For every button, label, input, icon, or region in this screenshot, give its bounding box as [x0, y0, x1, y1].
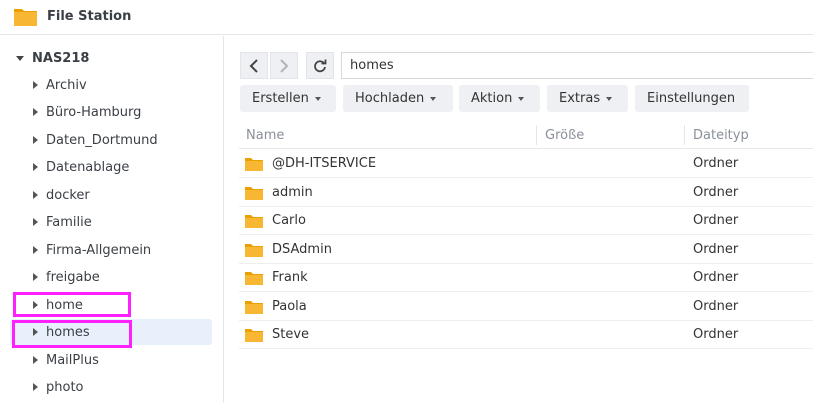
sidebar-item-mailplus[interactable]: MailPlus [10, 347, 212, 373]
table-row[interactable]: Steve Ordner [239, 320, 813, 349]
sidebar-item-label: Archiv [46, 77, 87, 93]
folder-icon [245, 187, 263, 200]
sidebar-item-label: MailPlus [46, 352, 99, 368]
action-button-label: Aktion [471, 91, 513, 106]
table-row[interactable]: admin Ordner [239, 178, 813, 207]
sidebar-item-daten-dortmund[interactable]: Daten_Dortmund [10, 127, 212, 153]
sidebar-item-label: freigabe [46, 269, 100, 285]
sidebar-item-buero-hamburg[interactable]: Büro-Hamburg [10, 99, 212, 125]
column-separator[interactable] [536, 125, 537, 145]
chevron-down-icon [606, 96, 613, 101]
sidebar-item-firma-allgemein[interactable]: Firma-Allgemein [10, 237, 212, 263]
file-name: Carlo [272, 213, 306, 228]
main-panel: homes Erstellen Hochladen Aktion Extras … [225, 36, 813, 403]
sidebar-item-label: photo [46, 379, 84, 395]
table-row[interactable]: Frank Ordner [239, 263, 813, 292]
folder-icon [14, 9, 37, 26]
tree-root-label: NAS218 [32, 50, 90, 66]
file-name: Steve [272, 327, 310, 342]
column-header-type[interactable]: Dateityp [693, 128, 749, 143]
extras-button[interactable]: Extras [547, 85, 628, 112]
file-name: DSAdmin [272, 242, 332, 257]
table-header: Name Größe Dateityp [239, 122, 813, 149]
file-type: Ordner [693, 270, 739, 285]
column-header-name[interactable]: Name [246, 128, 284, 143]
folder-icon [245, 244, 263, 257]
sidebar-item-homes[interactable]: homes [10, 319, 212, 345]
sidebar-item-label: Firma-Allgemein [46, 242, 152, 258]
title-bar: File Station [0, 0, 813, 35]
sidebar-item-docker[interactable]: docker [10, 182, 212, 208]
sidebar-item-freigabe[interactable]: freigabe [10, 264, 212, 290]
chevron-down-icon [314, 96, 321, 101]
chevron-down-icon [430, 96, 437, 101]
action-button[interactable]: Aktion [459, 85, 540, 112]
app-title: File Station [47, 9, 132, 24]
file-type: Ordner [693, 299, 739, 314]
file-type: Ordner [693, 156, 739, 171]
caret-right-icon[interactable] [33, 328, 38, 336]
folder-icon [245, 272, 263, 285]
caret-right-icon[interactable] [33, 246, 38, 254]
chevron-down-icon [518, 96, 525, 101]
path-input[interactable]: homes [341, 52, 813, 79]
file-type: Ordner [693, 185, 739, 200]
refresh-button[interactable] [306, 52, 334, 79]
sidebar-item-label: homes [46, 324, 90, 340]
table-row[interactable]: @DH-ITSERVICE Ordner [239, 149, 813, 178]
file-name: admin [272, 185, 313, 200]
caret-right-icon[interactable] [33, 218, 38, 226]
table-row[interactable]: DSAdmin Ordner [239, 235, 813, 264]
sidebar-item-familie[interactable]: Familie [10, 209, 212, 235]
create-button-label: Erstellen [252, 91, 309, 106]
settings-button-label: Einstellungen [647, 91, 736, 106]
sidebar-item-label: Daten_Dortmund [46, 132, 158, 148]
chevron-right-icon [280, 58, 289, 73]
file-type: Ordner [693, 213, 739, 228]
file-name: @DH-ITSERVICE [272, 156, 377, 171]
column-separator[interactable] [684, 125, 685, 145]
folder-icon [245, 301, 263, 314]
refresh-icon [314, 59, 327, 72]
caret-right-icon[interactable] [33, 163, 38, 171]
settings-button[interactable]: Einstellungen [635, 85, 749, 112]
chevron-left-icon [249, 58, 258, 73]
tree-root-nas218[interactable]: NAS218 [16, 48, 89, 68]
file-name: Frank [272, 270, 308, 285]
caret-right-icon[interactable] [33, 301, 38, 309]
caret-right-icon[interactable] [33, 383, 38, 391]
caret-right-icon[interactable] [33, 136, 38, 144]
table-row[interactable]: Paola Ordner [239, 292, 813, 321]
sidebar-item-label: home [46, 297, 83, 313]
sidebar-item-home[interactable]: home [10, 292, 212, 318]
sidebar-item-label: docker [46, 187, 90, 203]
table-row[interactable]: Carlo Ordner [239, 206, 813, 235]
forward-button[interactable] [270, 52, 298, 79]
caret-right-icon[interactable] [33, 273, 38, 281]
folder-icon [245, 215, 263, 228]
extras-button-label: Extras [559, 91, 601, 106]
caret-right-icon[interactable] [33, 356, 38, 364]
sidebar: NAS218 Archiv Büro-Hamburg Daten_Dortmun… [0, 36, 224, 403]
sidebar-item-archiv[interactable]: Archiv [10, 72, 212, 98]
create-button[interactable]: Erstellen [240, 85, 336, 112]
upload-button-label: Hochladen [355, 91, 425, 106]
file-name: Paola [272, 299, 307, 314]
folder-icon [245, 329, 263, 342]
caret-right-icon[interactable] [33, 108, 38, 116]
sidebar-item-label: Büro-Hamburg [46, 104, 142, 120]
column-header-size[interactable]: Größe [545, 128, 584, 143]
back-button[interactable] [240, 52, 268, 79]
file-type: Ordner [693, 242, 739, 257]
sidebar-item-datenablage[interactable]: Datenablage [10, 154, 212, 180]
caret-down-icon[interactable] [16, 55, 24, 61]
upload-button[interactable]: Hochladen [343, 85, 453, 112]
caret-right-icon[interactable] [33, 81, 38, 89]
folder-icon [245, 158, 263, 171]
sidebar-item-label: Familie [46, 214, 92, 230]
caret-right-icon[interactable] [33, 191, 38, 199]
sidebar-item-photo[interactable]: photo [10, 374, 212, 400]
file-type: Ordner [693, 327, 739, 342]
sidebar-item-label: Datenablage [46, 159, 130, 175]
